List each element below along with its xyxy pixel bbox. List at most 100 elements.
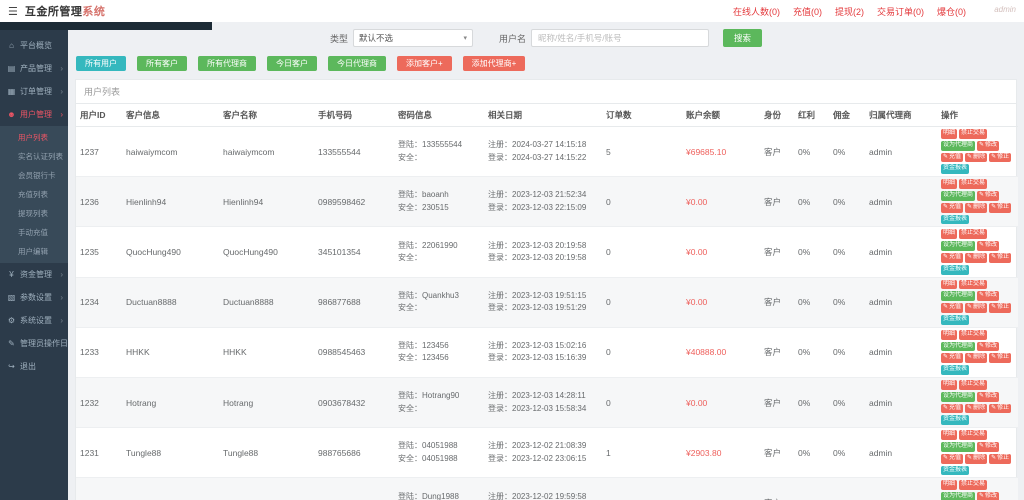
recharge-button[interactable]: ✎充值 — [941, 303, 964, 313]
sidebar-subitem-bank-cards[interactable]: 会员银行卡 — [0, 166, 68, 185]
fund-report-button[interactable]: 资金报表 — [941, 264, 970, 275]
add-customer-button[interactable]: 添加客户+ — [397, 56, 452, 71]
correct-button[interactable]: ✎修正 — [989, 152, 1012, 163]
set-agent-button[interactable]: 设为代理商 — [941, 291, 976, 302]
last-login-label: 登录： — [488, 152, 512, 162]
detail-button[interactable]: 明细 — [941, 179, 958, 189]
delete-button[interactable]: ✎删除 — [965, 202, 988, 213]
params-icon: ▧ — [7, 293, 16, 302]
sidebar-item-orders[interactable]: ▦ 订单管理 › — [0, 80, 68, 103]
correct-button[interactable]: ✎修正 — [989, 403, 1012, 414]
sidebar-subitem-user-edit[interactable]: 用户编辑 — [0, 242, 68, 261]
delete-button[interactable]: ✎删除 — [965, 252, 988, 263]
edit-button[interactable]: ✎修改 — [977, 341, 1000, 352]
sidebar-item-logout[interactable]: ↪ 退出 — [0, 355, 68, 378]
fund-report-button[interactable]: 资金报表 — [941, 365, 970, 375]
sidebar-subitem-user-list[interactable]: 用户列表 — [0, 128, 68, 147]
correct-button[interactable]: ✎修正 — [989, 252, 1012, 263]
set-agent-button[interactable]: 设为代理商 — [941, 492, 976, 500]
detail-button[interactable]: 明细 — [941, 229, 958, 240]
edit-button[interactable]: ✎修改 — [977, 441, 1000, 452]
sidebar-subitem-withdraw-list[interactable]: 提现列表 — [0, 204, 68, 223]
detail-button[interactable]: 明细 — [941, 329, 958, 340]
set-agent-button[interactable]: 设为代理商 — [941, 341, 976, 352]
delete-button[interactable]: ✎删除 — [965, 152, 988, 163]
search-button[interactable]: 搜索 — [723, 29, 763, 47]
detail-button[interactable]: 明细 — [941, 129, 958, 139]
sidebar-item-funds[interactable]: ¥ 资金管理 › — [0, 263, 68, 286]
ban-trade-button[interactable]: 禁止交易 — [959, 430, 988, 440]
edit-button[interactable]: ✎修改 — [977, 492, 1000, 500]
delete-button[interactable]: ✎删除 — [965, 303, 988, 313]
detail-button[interactable]: 明细 — [941, 480, 958, 491]
all-agents-button[interactable]: 所有代理商 — [198, 56, 256, 71]
add-agent-button[interactable]: 添加代理商+ — [462, 56, 526, 71]
edit-button[interactable]: ✎修改 — [977, 140, 1000, 151]
sidebar-item-products[interactable]: ▤ 产品管理 › — [0, 57, 68, 80]
set-agent-button[interactable]: 设为代理商 — [941, 391, 976, 402]
sidebar-item-users[interactable]: ☻ 用户管理 › — [0, 103, 68, 126]
detail-button[interactable]: 明细 — [941, 279, 958, 290]
recharge-button[interactable]: ✎充值 — [941, 152, 964, 163]
recharge-button[interactable]: ✎充值 — [941, 202, 964, 213]
nav-link-trade-orders[interactable]: 交易订单(0) — [877, 5, 924, 18]
ban-trade-button[interactable]: 禁止交易 — [959, 179, 988, 189]
sidebar-item-params[interactable]: ▧ 参数设置 › — [0, 286, 68, 309]
recharge-button[interactable]: ✎充值 — [941, 453, 964, 464]
column-header: 客户名称 — [219, 104, 314, 127]
correct-button[interactable]: ✎修正 — [989, 353, 1012, 364]
correct-button[interactable]: ✎修正 — [989, 202, 1012, 213]
sidebar-item-admin-log[interactable]: ✎ 管理员操作日志 — [0, 332, 76, 355]
all-customers-button[interactable]: 所有客户 — [137, 56, 187, 71]
nav-link-liquidation[interactable]: 爆仓(0) — [937, 5, 966, 18]
sidebar-subitem-recharge-list[interactable]: 充值列表 — [0, 185, 68, 204]
set-agent-button[interactable]: 设为代理商 — [941, 140, 976, 151]
all-users-button[interactable]: 所有用户 — [76, 56, 126, 71]
sidebar-subitem-manual-recharge[interactable]: 手动充值 — [0, 223, 68, 242]
fund-report-button[interactable]: 资金报表 — [941, 314, 970, 325]
delete-button[interactable]: ✎删除 — [965, 353, 988, 364]
ban-trade-button[interactable]: 禁止交易 — [959, 480, 988, 491]
set-agent-button[interactable]: 设为代理商 — [941, 241, 976, 251]
edit-button[interactable]: ✎修改 — [977, 241, 1000, 251]
set-agent-button[interactable]: 设为代理商 — [941, 441, 976, 452]
fund-report-button[interactable]: 资金报表 — [941, 465, 970, 476]
ban-trade-button[interactable]: 禁止交易 — [959, 229, 988, 240]
today-agents-button[interactable]: 今日代理商 — [328, 56, 386, 71]
username-input[interactable] — [531, 29, 710, 47]
detail-button[interactable]: 明细 — [941, 430, 958, 440]
sidebar-item-label: 资金管理 — [20, 270, 52, 279]
correct-button[interactable]: ✎修正 — [989, 303, 1012, 313]
nav-link-online-users[interactable]: 在线人数(0) — [733, 5, 780, 18]
ban-trade-button[interactable]: 禁止交易 — [959, 279, 988, 290]
ban-trade-button[interactable]: 禁止交易 — [959, 129, 988, 139]
ban-trade-button[interactable]: 禁止交易 — [959, 379, 988, 390]
fund-report-button[interactable]: 资金报表 — [941, 415, 970, 426]
today-customers-button[interactable]: 今日客户 — [267, 56, 317, 71]
edit-button[interactable]: ✎修改 — [977, 391, 1000, 402]
sidebar-subitem-realname-list[interactable]: 实名认证列表 — [0, 147, 68, 166]
correct-button[interactable]: ✎修正 — [989, 453, 1012, 464]
sidebar-item-overview[interactable]: ⌂ 平台概览 — [0, 34, 68, 57]
nav-link-recharge[interactable]: 充值(0) — [793, 5, 822, 18]
fund-report-button[interactable]: 资金报表 — [941, 164, 970, 175]
recharge-button[interactable]: ✎充值 — [941, 353, 964, 364]
type-select[interactable]: 默认不选 ▾ — [353, 29, 474, 47]
edit-button[interactable]: ✎修改 — [977, 190, 1000, 201]
delete-button[interactable]: ✎删除 — [965, 453, 988, 464]
sidebar-item-system[interactable]: ⚙ 系统设置 › — [0, 309, 68, 332]
detail-button[interactable]: 明细 — [941, 379, 958, 390]
column-header: 用户ID — [76, 104, 122, 127]
delete-button[interactable]: ✎删除 — [965, 403, 988, 414]
recharge-button[interactable]: ✎充值 — [941, 403, 964, 414]
last-login-value: 2023-12-03 15:58:34 — [512, 403, 587, 413]
login-password-value: Dung1988 — [422, 491, 459, 500]
menu-icon[interactable]: ☰ — [8, 5, 18, 18]
set-agent-button[interactable]: 设为代理商 — [941, 190, 976, 201]
edit-button[interactable]: ✎修改 — [977, 291, 1000, 302]
last-login-date: 登录：2023-12-03 19:51:29 — [488, 302, 598, 314]
fund-report-button[interactable]: 资金报表 — [941, 214, 970, 225]
ban-trade-button[interactable]: 禁止交易 — [959, 329, 988, 340]
nav-link-withdraw[interactable]: 提现(2) — [835, 5, 864, 18]
recharge-button[interactable]: ✎充值 — [941, 252, 964, 263]
